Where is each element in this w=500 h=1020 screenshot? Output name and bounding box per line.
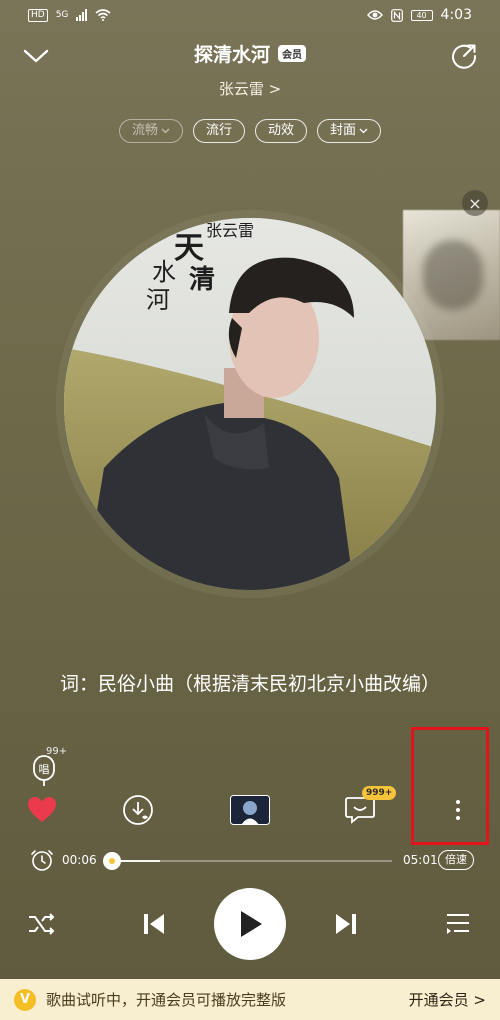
shuffle-icon [29,913,55,935]
chip-label: 流畅 [131,123,158,138]
video-thumbnail-icon [230,795,270,825]
timer-icon[interactable] [30,848,54,872]
open-vip-link[interactable]: 开通会员 > [409,989,486,1010]
comment-button[interactable]: 999+ [342,786,397,828]
clock: 4:03 [440,7,472,23]
progress-track[interactable] [102,852,392,870]
sing-label: 唱 [39,763,50,776]
status-right: 40 4:03 [366,7,472,23]
playlist-icon [447,914,469,934]
svg-text:水: 水 [152,258,176,286]
close-icon[interactable]: × [462,190,488,216]
chip-cover[interactable]: 封面 [317,119,382,143]
eye-icon [366,10,383,20]
svg-text:清: 清 [189,265,215,295]
chip-pop[interactable]: 流行 [192,119,245,143]
sing-count: 99+ [46,746,68,757]
nfc-icon [390,8,403,22]
download-button[interactable] [120,792,156,828]
skip-next-icon [336,914,356,934]
svg-text:张云雷: 张云雷 [206,221,254,240]
vip-icon: V [14,988,36,1011]
progress-row: 00:06 05:01 倍速 [0,846,500,876]
network-label: 5G [55,10,69,20]
player-header: 探清水河 会员 [0,36,500,76]
song-title: 探清水河 [193,44,270,66]
vip-banner[interactable]: V 歌曲试听中，开通会员可播放完整版 开通会员 > [0,979,500,1020]
option-chips: 流畅 流行 动效 封面 [0,119,500,143]
hd-badge: HD [28,8,48,22]
total-time: 05:01 [403,853,438,867]
album-art: 天 张云雷 清 水 河 [64,218,436,590]
chip-effects[interactable]: 动效 [255,119,308,143]
artist-link[interactable]: 张云雷 > [0,78,500,99]
current-time: 00:06 [62,853,97,867]
svg-text:河: 河 [146,286,170,314]
chevron-down-icon [161,128,170,134]
play-icon [241,911,262,937]
share-icon[interactable] [450,42,478,70]
chevron-down-icon [359,128,368,134]
heart-icon [28,797,56,822]
banner-text: 歌曲试听中，开通会员可播放完整版 [46,991,287,1009]
highlight-box [411,727,489,845]
play-button[interactable] [214,888,286,960]
signal-icon [76,9,88,21]
download-icon [123,795,153,825]
skip-previous-icon [144,914,164,934]
title-wrap: 探清水河 会员 [0,40,500,67]
speed-button[interactable]: 倍速 [438,850,474,870]
battery-icon: 40 [410,9,433,21]
status-bar: HD 5G 40 4:03 [0,0,500,30]
chip-label: 流行 [205,123,232,138]
lyrics-line[interactable]: 词：民俗小曲（根据清末民初北京小曲改编） [40,668,460,700]
chip-quality[interactable]: 流畅 [118,119,183,143]
comment-count: 999+ [362,786,397,800]
like-button[interactable] [24,792,60,828]
next-button[interactable] [330,908,362,940]
previous-button[interactable] [138,908,170,940]
svg-text:天: 天 [174,231,204,266]
progress-knob[interactable] [102,852,121,870]
playlist-button[interactable] [442,908,474,940]
mv-thumbnail[interactable] [230,792,270,828]
album-cover[interactable]: 天 张云雷 清 水 河 [64,218,436,590]
wifi-icon [95,9,111,21]
status-left: HD 5G [28,8,111,22]
chip-label: 动效 [268,123,295,138]
shuffle-button[interactable] [26,908,58,940]
vip-badge: 会员 [278,45,306,62]
playback-controls [0,886,500,962]
chip-label: 封面 [330,123,357,138]
